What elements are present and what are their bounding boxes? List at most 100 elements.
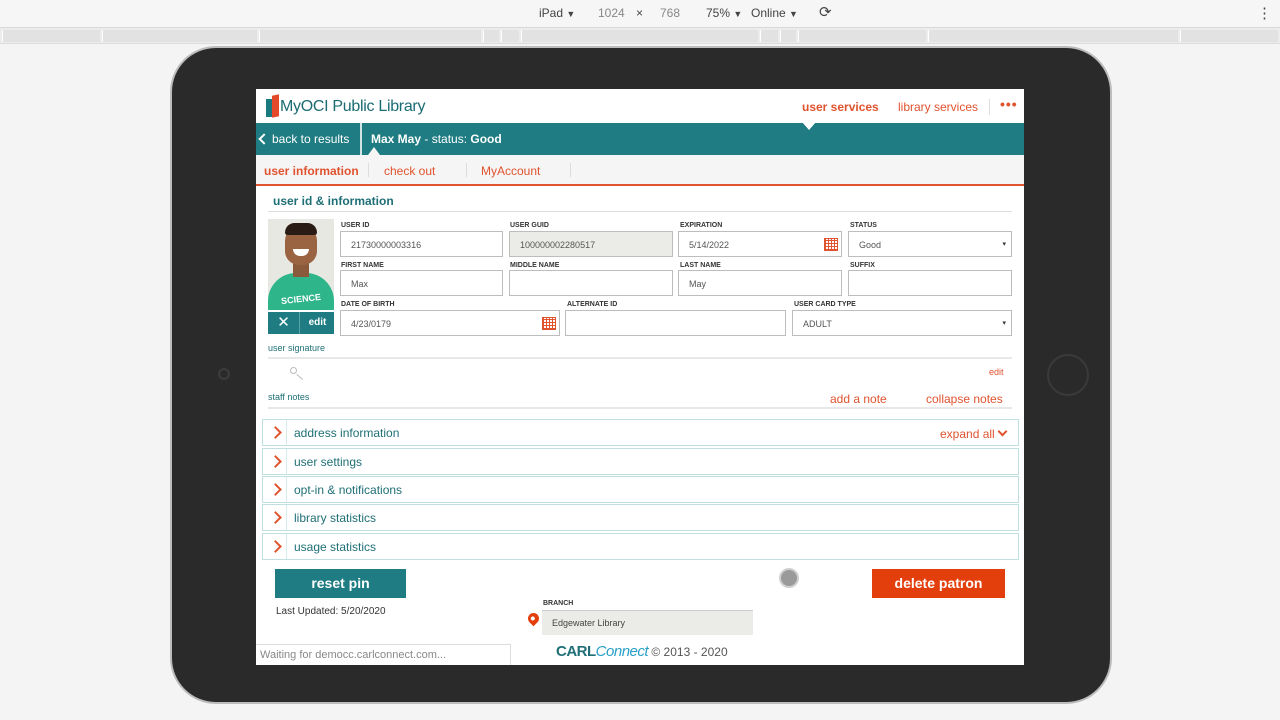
first-name-field[interactable]: Max [340, 270, 503, 296]
collapse-notes-link[interactable]: collapse notes [926, 392, 1003, 406]
tab-check-out[interactable]: check out [384, 164, 435, 178]
app-header: MyOCI Public Library user services libra… [256, 89, 1024, 123]
tab-user-information[interactable]: user information [264, 164, 359, 178]
first-name-label: FIRST NAME [341, 262, 384, 269]
suffix-field[interactable] [848, 270, 1012, 296]
edit-signature-link[interactable]: edit [989, 367, 1004, 377]
patron-name: Max May [371, 132, 422, 146]
user-id-field[interactable]: 21730000003316 [340, 231, 503, 257]
accordion-label: opt-in & notifications [294, 483, 403, 497]
patron-title: Max May - status: Good [371, 132, 502, 146]
user-signature-link[interactable]: user signature [268, 343, 325, 353]
calendar-icon[interactable] [542, 317, 556, 330]
nav-library-services[interactable]: library services [898, 100, 978, 114]
reset-pin-button[interactable]: reset pin [275, 569, 406, 598]
media-query-ruler [0, 28, 1280, 44]
chevron-right-icon [269, 540, 282, 553]
accordion-opt-in-notifications[interactable]: opt-in & notifications [262, 476, 1019, 503]
browser-status-bar: Waiting for democc.carlconnect.com... [256, 644, 511, 665]
touch-cursor [779, 568, 799, 588]
chevron-right-icon [269, 511, 282, 524]
nav-user-services[interactable]: user services [802, 100, 879, 114]
user-photo: SCIENCE [268, 219, 334, 310]
accordion-library-statistics[interactable]: library statistics [262, 504, 1019, 531]
chevron-right-icon [269, 426, 282, 439]
active-nav-pointer [802, 122, 816, 130]
add-note-link[interactable]: add a note [830, 392, 887, 406]
accordion-label: usage statistics [294, 540, 377, 554]
zoom-value: 75% [706, 6, 731, 20]
accordion-address-information[interactable]: address information [262, 419, 1019, 446]
accordion-user-settings[interactable]: user settings [262, 448, 1019, 475]
user-guid-label: USER GUID [510, 222, 549, 229]
status-select[interactable]: Good ▾ [848, 231, 1012, 257]
status-value: Good [859, 240, 882, 250]
accordion-label: address information [294, 426, 400, 440]
times-icon: × [636, 6, 644, 20]
back-label: back to results [272, 132, 350, 146]
expand-all-label: expand all [940, 427, 995, 441]
photo-controls: ✕ edit [268, 312, 334, 334]
divider [268, 211, 1012, 212]
brand-title[interactable]: MyOCI Public Library [280, 98, 425, 116]
chevron-down-icon: ▼ [566, 9, 576, 19]
dob-value: 4/23/0179 [351, 319, 392, 329]
network-select[interactable]: Online ▼ [751, 6, 798, 20]
device-select[interactable]: iPad ▼ [539, 6, 575, 20]
chevron-down-icon: ▼ [789, 9, 798, 19]
device-name: iPad [539, 6, 564, 20]
last-name-label: LAST NAME [680, 262, 721, 269]
chevron-left-icon [258, 133, 270, 145]
dob-label: DATE OF BIRTH [341, 301, 395, 308]
more-options-icon[interactable]: ⋮ [1257, 4, 1272, 22]
edit-photo-button[interactable]: edit [301, 312, 334, 334]
branch-label: BRANCH [543, 600, 574, 607]
zoom-select[interactable]: 75% ▼ [706, 6, 742, 20]
staff-notes-label: staff notes [268, 392, 310, 402]
app-screen: MyOCI Public Library user services libra… [256, 89, 1024, 665]
expiration-value: 5/14/2022 [689, 240, 730, 250]
remove-photo-button[interactable]: ✕ [268, 312, 300, 334]
location-pin-icon [525, 610, 542, 627]
last-name-field[interactable]: May [678, 270, 842, 296]
delete-patron-button[interactable]: delete patron [872, 569, 1005, 598]
carl-logo: CARL [556, 643, 596, 660]
accordion-label: library statistics [294, 511, 377, 525]
middle-name-label: MIDDLE NAME [510, 262, 560, 269]
chevron-right-icon [269, 455, 282, 468]
chevron-down-icon: ▾ [1002, 320, 1006, 327]
suffix-label: SUFFIX [850, 262, 875, 269]
width-input[interactable]: 1024 [598, 6, 625, 20]
connect-logo: Connect [595, 643, 649, 660]
sub-tabs: user information check out MyAccount [256, 155, 1024, 186]
last-updated: Last Updated: 5/20/2020 [276, 606, 386, 617]
status-label: STATUS [850, 222, 877, 229]
user-id-label: USER ID [341, 222, 370, 229]
expiration-field[interactable]: 5/14/2022 [678, 231, 842, 257]
back-to-results-link[interactable]: back to results [258, 132, 350, 146]
more-menu-icon[interactable]: ••• [1000, 96, 1018, 112]
patron-bar: back to results Max May - status: Good [256, 122, 1024, 155]
card-type-select[interactable]: ADULT ▾ [792, 310, 1012, 336]
user-guid-field: 100000002280517 [509, 231, 673, 257]
rotate-icon[interactable]: ⟳ [819, 3, 832, 21]
tab-myaccount[interactable]: MyAccount [481, 164, 540, 178]
accordion-usage-statistics[interactable]: usage statistics [262, 533, 1019, 560]
height-input[interactable]: 768 [660, 6, 680, 20]
accordion-label: user settings [294, 455, 363, 469]
calendar-icon[interactable] [824, 238, 838, 251]
middle-name-field[interactable] [509, 270, 673, 296]
home-button[interactable] [1047, 354, 1089, 396]
signature-icon [290, 367, 297, 374]
alternate-id-label: ALTERNATE ID [567, 301, 618, 308]
divider [989, 99, 990, 115]
branch-field: Edgewater Library [542, 610, 753, 635]
expiration-label: EXPIRATION [680, 222, 723, 229]
dob-field[interactable]: 4/23/0179 [340, 310, 560, 336]
divider [268, 407, 1012, 409]
footer: CARLConnect © 2013 - 2020 [556, 643, 728, 660]
chevron-down-icon: ▼ [733, 9, 743, 19]
alternate-id-field[interactable] [565, 310, 786, 336]
expand-all-link[interactable]: expand all [940, 426, 1008, 441]
card-type-label: USER CARD TYPE [794, 301, 856, 308]
